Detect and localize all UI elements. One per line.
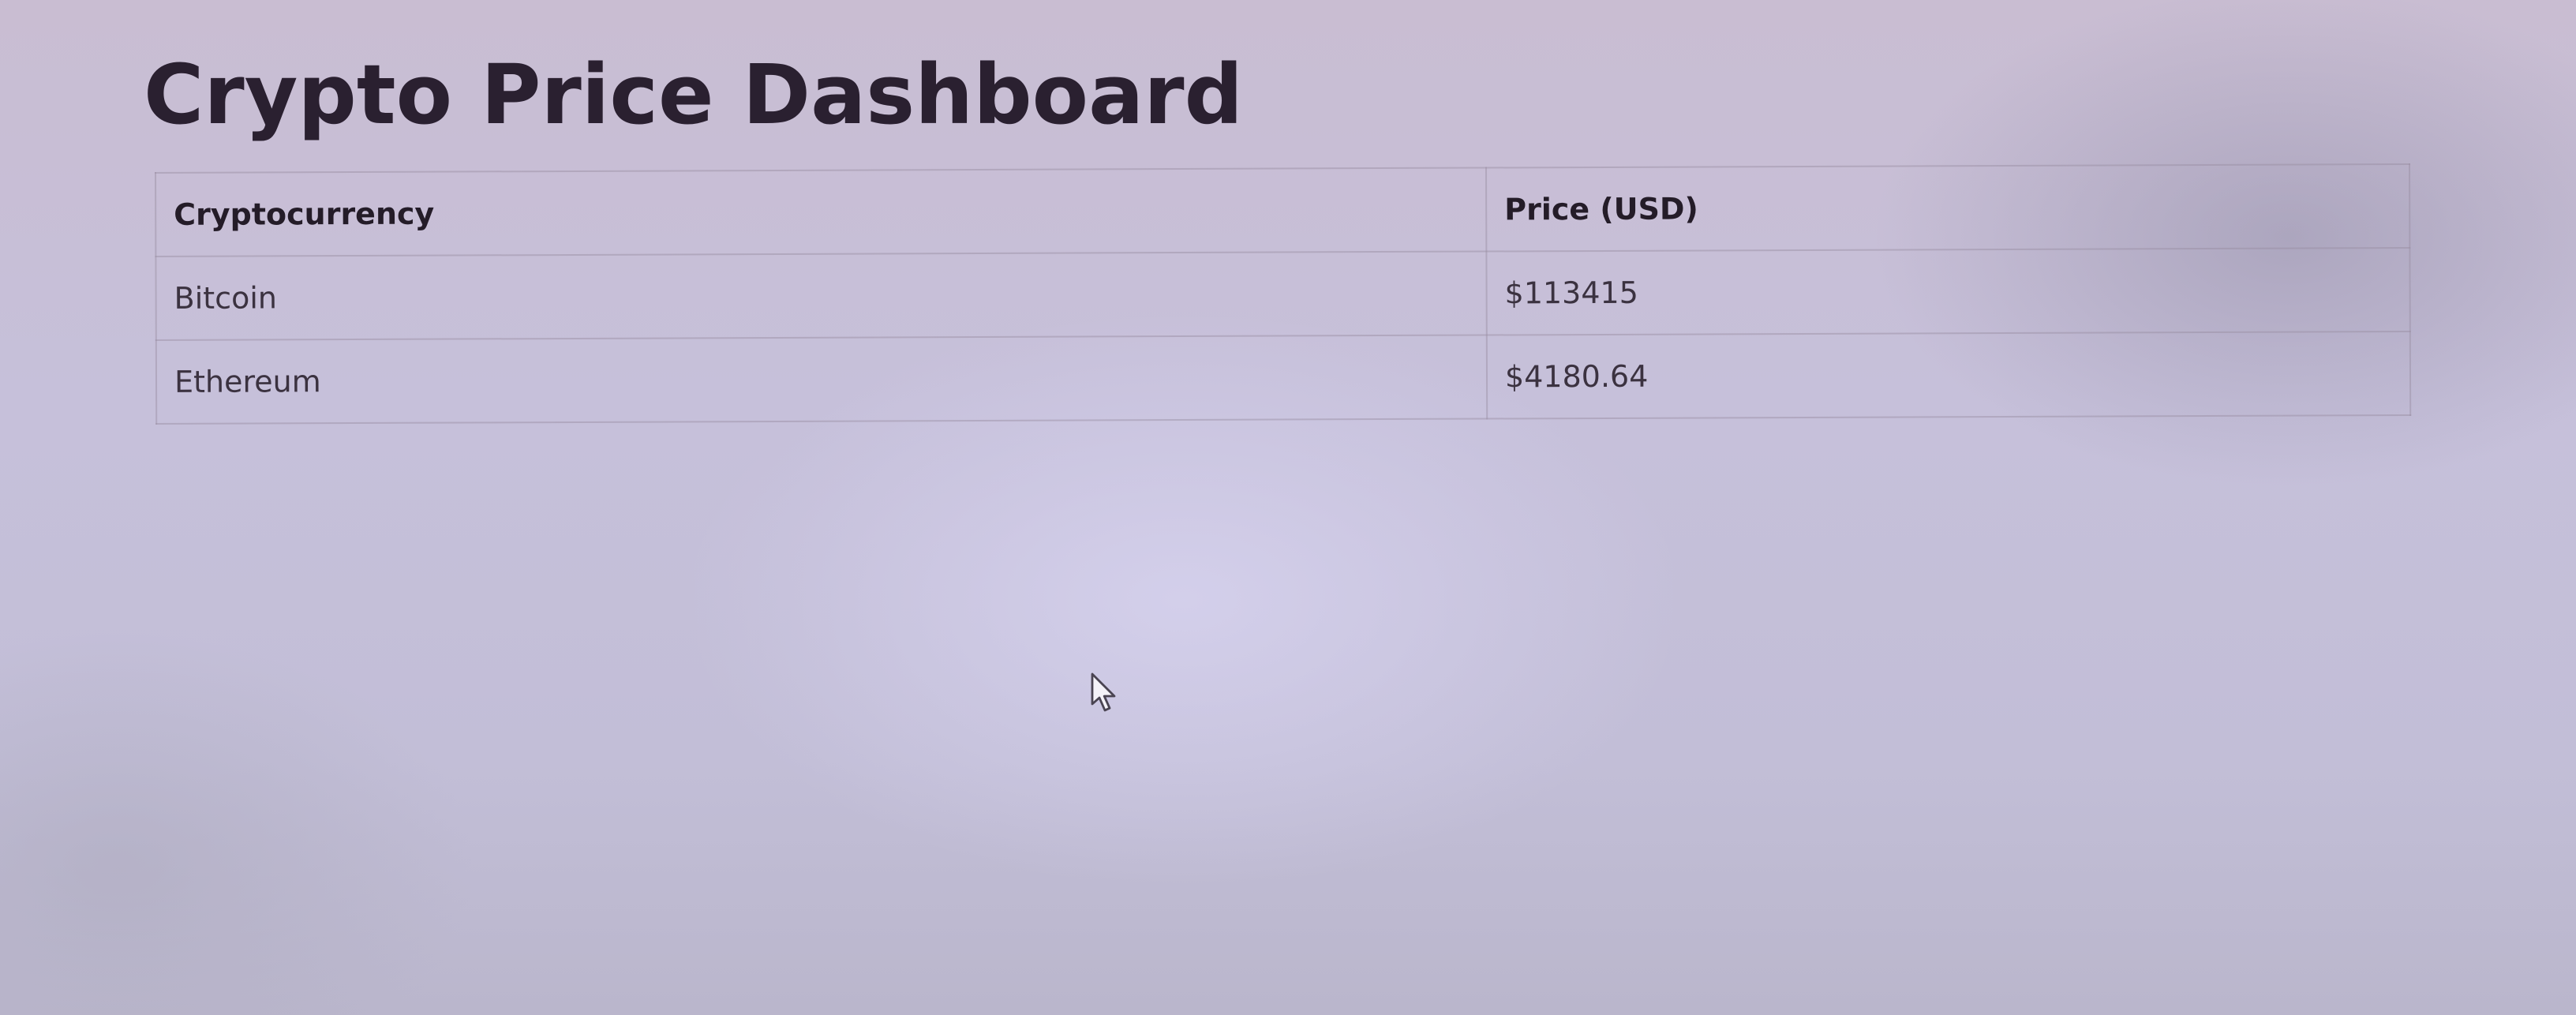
- header-price-usd: Price (USD): [1485, 164, 2410, 252]
- table-header-row: Cryptocurrency Price (USD): [155, 164, 2410, 257]
- mouse-pointer-icon: [1091, 672, 1116, 712]
- crypto-name-cell: Ethereum: [155, 335, 1488, 424]
- page-title: Crypto Price Dashboard: [144, 47, 1244, 143]
- crypto-name-cell: Bitcoin: [155, 251, 1487, 340]
- table-row: Ethereum $4180.64: [155, 331, 2411, 424]
- crypto-price-cell: $113415: [1486, 248, 2410, 335]
- crypto-price-cell: $4180.64: [1486, 331, 2411, 419]
- crypto-price-table: Cryptocurrency Price (USD) Bitcoin $1134…: [155, 163, 2411, 425]
- header-cryptocurrency: Cryptocurrency: [155, 167, 1487, 257]
- page: Crypto Price Dashboard Cryptocurrency Pr…: [0, 0, 2576, 1015]
- table-row: Bitcoin $113415: [155, 248, 2410, 340]
